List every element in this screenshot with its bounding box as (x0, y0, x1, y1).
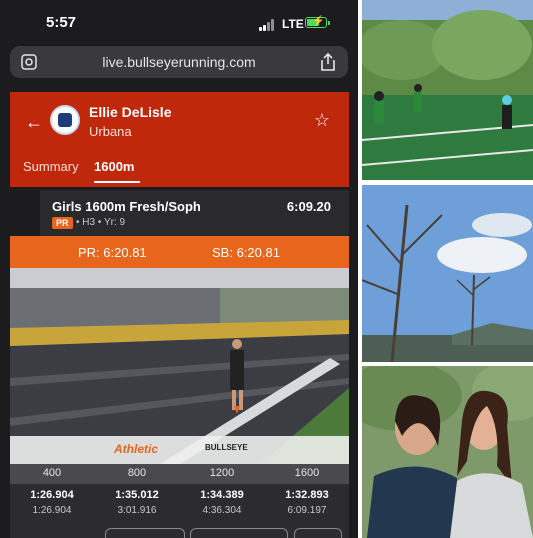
cumulative-split-1: 1:26.904 (32, 505, 72, 516)
race-photo: Athletic BULLSEYE (10, 268, 349, 464)
back-arrow-icon[interactable]: ← (25, 112, 43, 133)
athlete-school: Urbana (89, 124, 132, 139)
cumulative-split-4: 6:09.197 (287, 505, 327, 516)
split-header-1200: 1200 (209, 467, 235, 479)
event-name: Girls 1600m Fresh/Soph (52, 199, 201, 214)
lap-split-4: 1:32.893 (285, 489, 329, 501)
url-text[interactable]: live.bullseyerunning.com (10, 54, 348, 70)
split-header-400: 400 (42, 467, 62, 479)
network-label: LTE (282, 17, 304, 31)
split-header-800: 800 (127, 467, 147, 479)
split-header-1600: 1600 (294, 467, 320, 479)
favorite-star-icon[interactable]: ☆ (314, 110, 330, 131)
selfie-photo-image (362, 366, 533, 538)
active-tab-indicator (94, 181, 140, 183)
share-icon[interactable] (320, 52, 336, 72)
tab-1600m[interactable]: 1600m (94, 159, 134, 174)
records-bar: PR: 6:20.81 SB: 6:20.81 (10, 236, 349, 268)
race-photo-image (10, 268, 349, 464)
season-best: SB: 6:20.81 (212, 245, 280, 260)
sky-trees-photo-image (362, 185, 533, 362)
browser-url-bar[interactable]: live.bullseyerunning.com (10, 46, 348, 78)
school-logo-avatar (50, 105, 80, 135)
personal-record: PR: 6:20.81 (78, 245, 147, 260)
bullseye-logo: BULLSEYE (205, 443, 248, 452)
athlete-name: Ellie DeLisle (89, 104, 172, 120)
selfie-photo (362, 366, 533, 538)
pr-badge: PR (52, 217, 73, 229)
signal-icon (259, 19, 277, 31)
event-meta: • H3 • Yr: 9 (76, 217, 126, 228)
phone-screenshot: 5:57 LTE ⚡ live.bullseyerunning.com ← El… (0, 0, 358, 538)
athlete-header: ← Ellie DeLisle Urbana ☆ Summary 1600m (10, 92, 349, 187)
battery-icon: ⚡ (305, 16, 330, 28)
lap-split-3: 1:34.389 (200, 489, 244, 501)
cumulative-split-2: 3:01.916 (117, 505, 157, 516)
tab-summary[interactable]: Summary (23, 159, 79, 174)
event-time: 6:09.20 (286, 199, 331, 214)
splits-table: 1:26.904 1:35.012 1:34.389 1:32.893 1:26… (10, 484, 349, 538)
sky-trees-photo (362, 185, 533, 362)
lacrosse-photo (362, 0, 533, 180)
lap-split-1: 1:26.904 (30, 489, 74, 501)
cumulative-split-3: 4:36.304 (202, 505, 242, 516)
event-result-card[interactable]: Girls 1600m Fresh/Soph 6:09.20 PR • H3 •… (40, 190, 349, 236)
lap-split-2: 1:35.012 (115, 489, 159, 501)
lacrosse-photo-image (362, 0, 533, 180)
athletic-logo: Athletic (114, 442, 159, 456)
status-bar: 5:57 LTE ⚡ (0, 0, 358, 42)
status-time: 5:57 (46, 14, 77, 31)
splits-header: 400 800 1200 1600 (10, 464, 349, 484)
